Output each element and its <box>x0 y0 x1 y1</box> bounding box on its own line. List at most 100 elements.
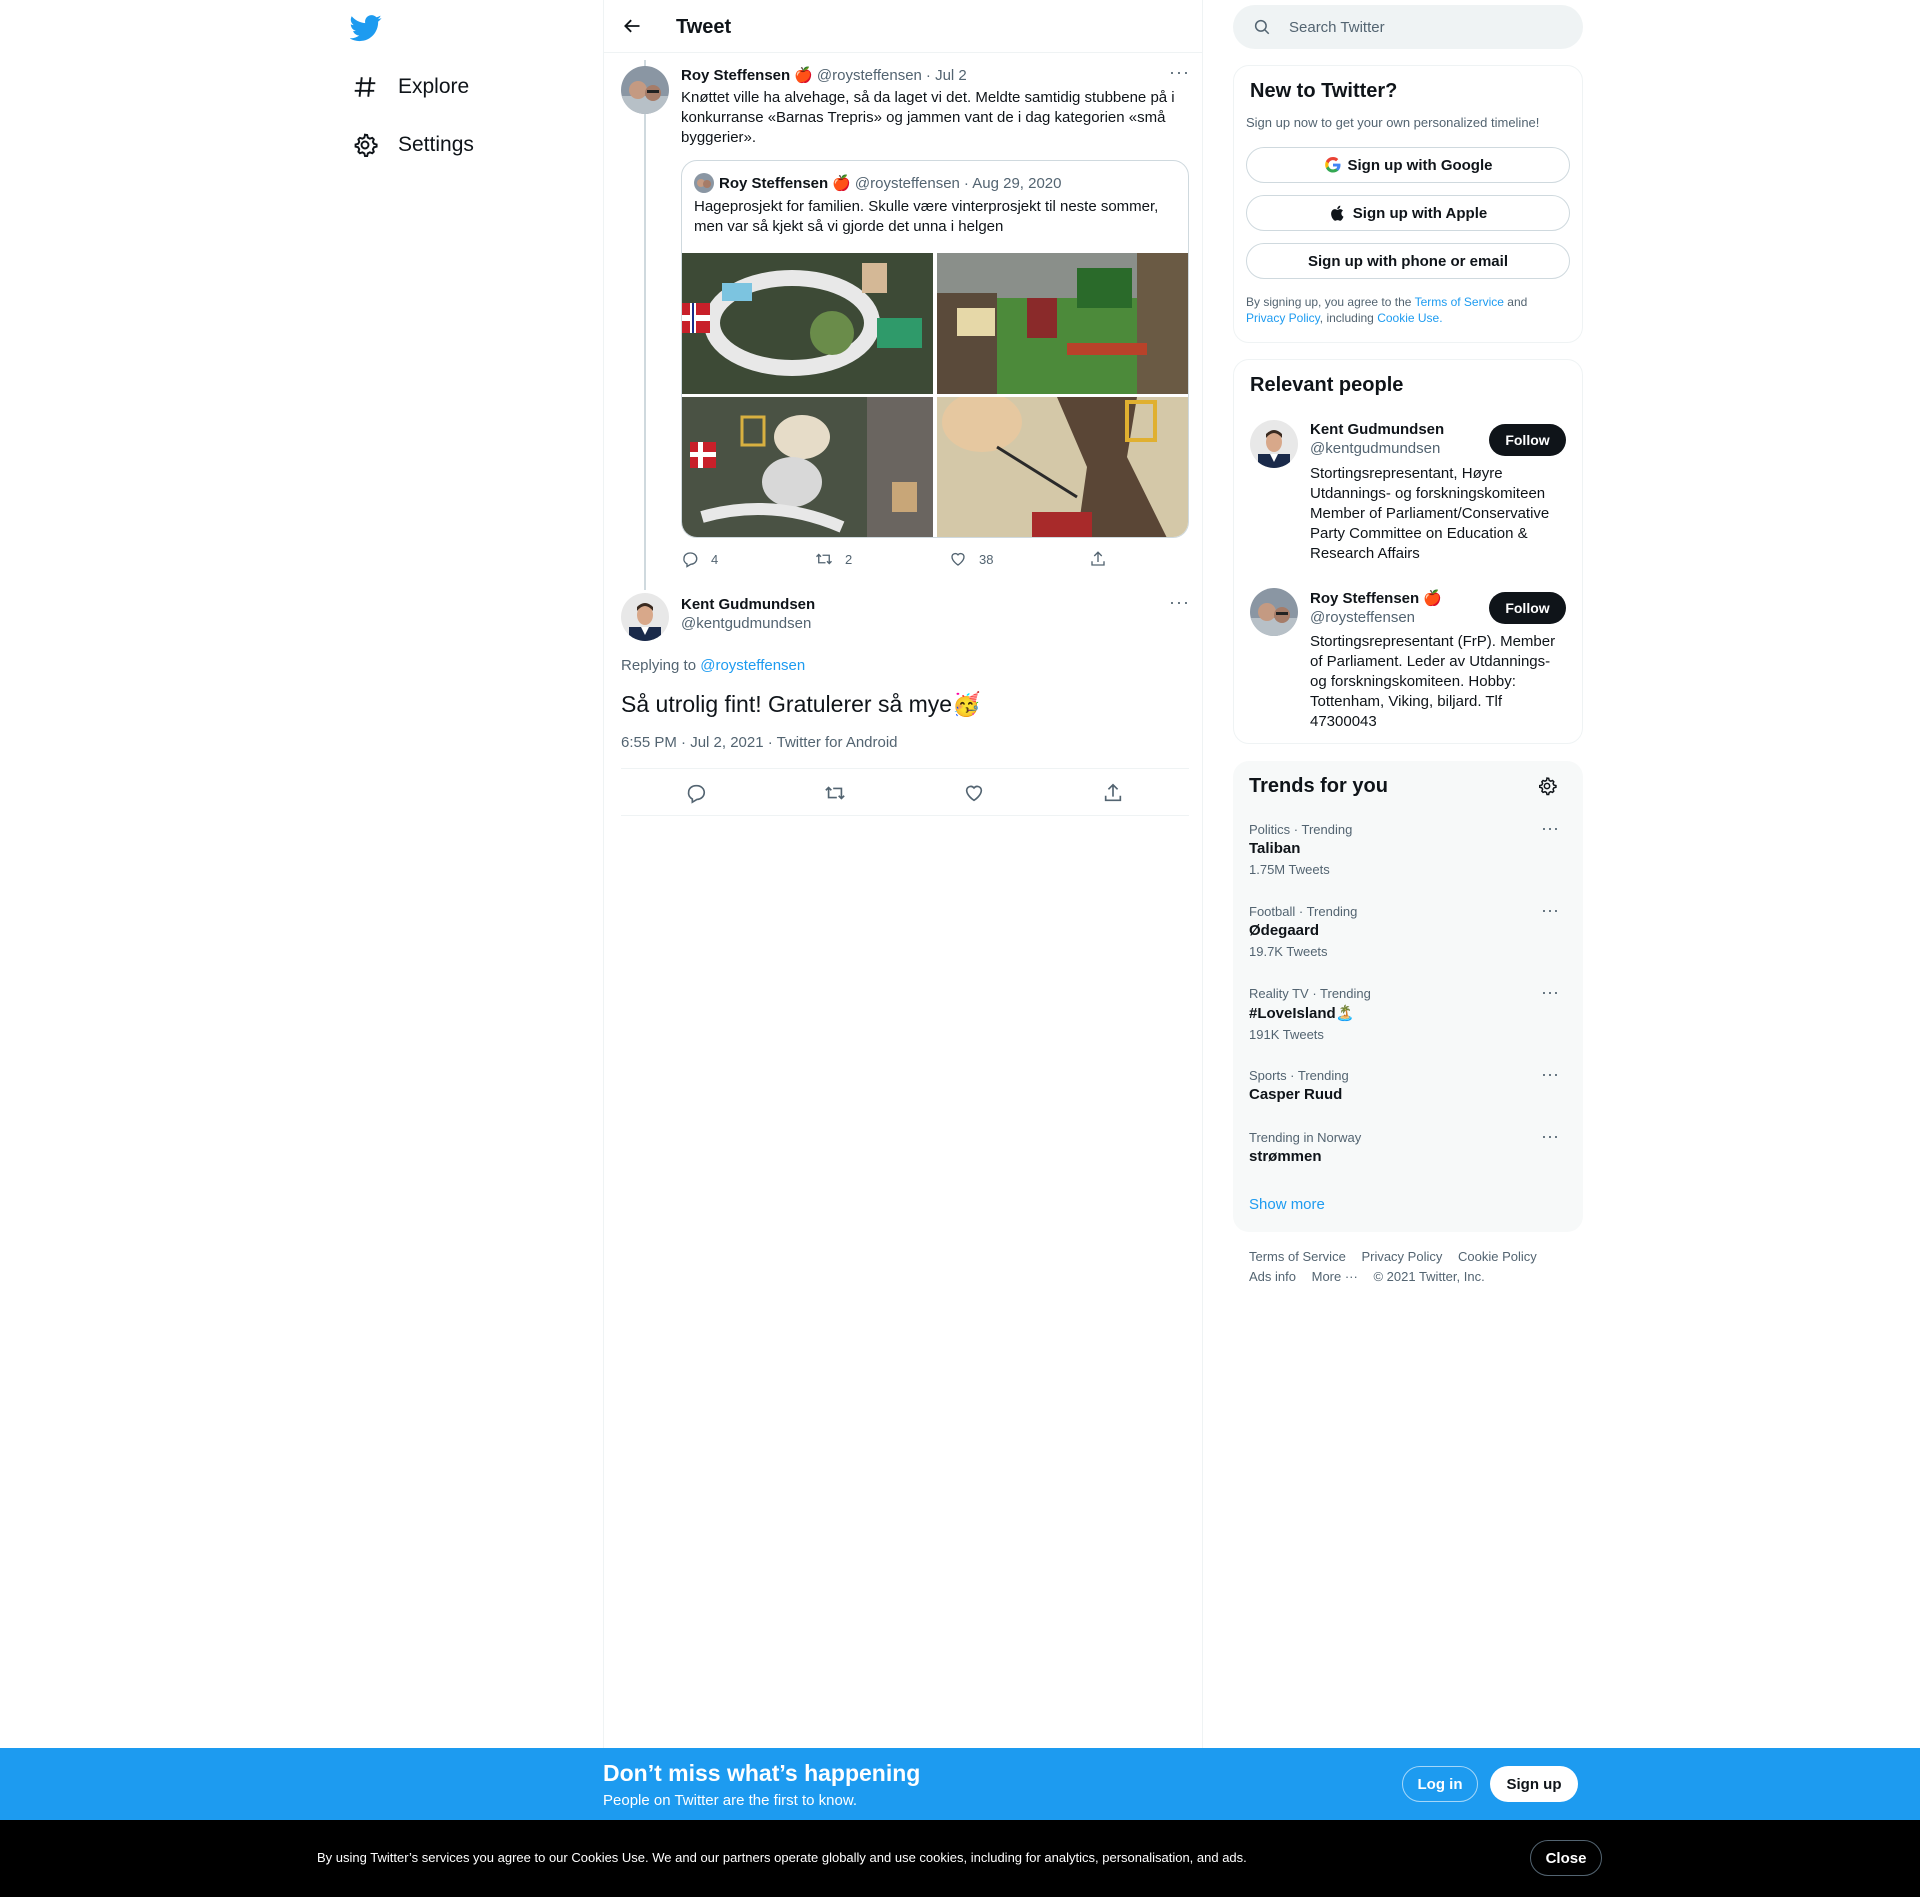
hashtag-icon <box>352 74 378 100</box>
photo-1[interactable] <box>682 253 933 394</box>
main-column: Tweet Roy Steffensen 🍎 @roysteffensen · … <box>603 0 1203 1750</box>
author-handle[interactable]: @roysteffensen <box>817 67 922 84</box>
trend-title: #LoveIsland🏝️ <box>1249 1005 1355 1022</box>
more-options-icon[interactable]: ··· <box>1541 982 1559 1003</box>
quote-text: Hageprosjekt for familien. Skulle være v… <box>694 198 1159 235</box>
search-input[interactable] <box>1289 5 1559 49</box>
like-button[interactable]: 38 <box>949 550 1089 568</box>
photo-3[interactable] <box>682 397 933 537</box>
avatar[interactable] <box>1250 588 1298 636</box>
main-tweet-text: Så utrolig fint! Gratulerer så mye🥳 <box>621 689 981 719</box>
signup-banner: Don’t miss what’s happening People on Tw… <box>0 1748 1920 1820</box>
tweet-date[interactable]: · Jul 2 <box>926 67 967 84</box>
follow-button[interactable]: Follow <box>1489 424 1566 456</box>
signup-apple-label: Sign up with Apple <box>1352 204 1488 222</box>
trend-meta: Sports · Trending <box>1249 1068 1349 1083</box>
retweet-icon[interactable] <box>824 782 846 809</box>
trend-count: 191K Tweets <box>1249 1027 1324 1042</box>
person-handle[interactable]: @kentgudmundsen <box>1310 440 1444 457</box>
party-face-emoji: 🥳 <box>952 691 981 717</box>
signup-google-label: Sign up with Google <box>1347 156 1493 174</box>
retweet-count: 2 <box>845 551 853 567</box>
footer-more-link[interactable]: More ··· <box>1312 1269 1358 1284</box>
show-more-link[interactable]: Show more <box>1249 1196 1325 1213</box>
trend-title: Taliban <box>1249 840 1301 857</box>
privacy-link[interactable]: Privacy Policy <box>1246 311 1320 325</box>
footer-privacy-link[interactable]: Privacy Policy <box>1361 1249 1442 1264</box>
share-icon[interactable] <box>1102 782 1124 809</box>
avatar[interactable] <box>1250 420 1298 468</box>
heart-icon[interactable] <box>963 782 985 809</box>
more-options-icon[interactable]: ··· <box>1541 900 1559 921</box>
google-icon <box>1324 157 1340 173</box>
like-count: 38 <box>979 551 994 567</box>
author-name[interactable]: Kent Gudmundsen <box>681 596 815 613</box>
footer-cookie-link[interactable]: Cookie Policy <box>1458 1249 1537 1264</box>
person-info[interactable]: Roy Steffensen 🍎 @roysteffensen <box>1310 589 1442 627</box>
search-box[interactable] <box>1233 5 1583 49</box>
tweet-text: Knøttet ville ha alvehage, så da laget v… <box>681 89 1175 146</box>
apple-badge-icon: 🍎 <box>794 67 813 84</box>
trend-item[interactable]: Reality TV · Trending #LoveIsland🏝️ 191K… <box>1249 982 1569 1042</box>
footer-copyright: © 2021 Twitter, Inc. <box>1373 1269 1485 1284</box>
trend-item[interactable]: Trending in Norway strømmen ··· <box>1249 1126 1569 1165</box>
apple-badge-icon: 🍎 <box>1423 590 1442 607</box>
trend-item[interactable]: Football · Trending Ødegaard 19.7K Tweet… <box>1249 900 1569 959</box>
tos-link[interactable]: Terms of Service <box>1415 295 1504 309</box>
quoted-tweet[interactable]: Roy Steffensen 🍎 @roysteffensen · Aug 29… <box>681 160 1189 538</box>
parent-tweet: Roy Steffensen 🍎 @roysteffensen · Jul 2 … <box>681 66 1191 148</box>
signup-button[interactable]: Sign up <box>1490 1766 1578 1802</box>
back-arrow-icon[interactable] <box>622 16 642 36</box>
twitter-logo-icon[interactable] <box>349 12 382 44</box>
person-handle[interactable]: @roysteffensen <box>1310 609 1442 626</box>
signup-google-button[interactable]: Sign up with Google <box>1246 147 1570 183</box>
signup-phone-button[interactable]: Sign up with phone or email <box>1246 243 1570 279</box>
follow-button[interactable]: Follow <box>1489 592 1566 624</box>
replying-handle-link[interactable]: @roysteffensen <box>700 657 805 674</box>
signup-apple-button[interactable]: Sign up with Apple <box>1246 195 1570 231</box>
cookie-close-button[interactable]: Close <box>1530 1840 1602 1876</box>
search-icon <box>1253 18 1271 41</box>
author-name[interactable]: Roy Steffensen <box>681 67 790 84</box>
footer-ads-link[interactable]: Ads info <box>1249 1269 1296 1284</box>
more-options-icon[interactable]: ··· <box>1169 62 1190 83</box>
banner-title: Don’t miss what’s happening <box>603 1760 921 1786</box>
reply-icon[interactable] <box>685 782 707 809</box>
tweet-timestamp[interactable]: 6:55 PM · Jul 2, 2021 · Twitter for Andr… <box>621 734 898 751</box>
more-options-icon[interactable]: ··· <box>1541 818 1559 839</box>
trend-title: Ødegaard <box>1249 922 1320 939</box>
more-options-icon[interactable]: ··· <box>1541 1126 1559 1147</box>
photo-2[interactable] <box>937 253 1188 394</box>
photo-4[interactable] <box>937 397 1188 537</box>
relevant-people-title: Relevant people <box>1250 374 1404 396</box>
person-name[interactable]: Roy Steffensen <box>1310 590 1419 607</box>
person-name[interactable]: Kent Gudmundsen <box>1310 421 1444 438</box>
share-button[interactable] <box>1089 550 1119 568</box>
relevant-people-card: Relevant people Kent Gudmundsen @kentgud… <box>1233 359 1583 744</box>
author-handle[interactable]: @kentgudmundsen <box>681 615 815 632</box>
more-options-icon[interactable]: ··· <box>1169 592 1190 613</box>
trend-item[interactable]: Sports · Trending Casper Ruud ··· <box>1249 1064 1569 1103</box>
reply-count: 4 <box>711 551 719 567</box>
trend-title: Casper Ruud <box>1249 1086 1343 1103</box>
tweet-text: Så utrolig fint! Gratulerer så mye <box>621 691 953 717</box>
footer-tos-link[interactable]: Terms of Service <box>1249 1249 1346 1264</box>
nav-explore[interactable]: Explore <box>352 67 469 107</box>
avatar[interactable] <box>621 593 669 641</box>
login-button[interactable]: Log in <box>1402 1766 1478 1802</box>
cookie-link[interactable]: Cookie Use. <box>1377 311 1442 325</box>
person-info[interactable]: Kent Gudmundsen @kentgudmundsen <box>1310 421 1444 457</box>
replying-to: Replying to @roysteffensen <box>621 657 805 674</box>
gear-icon[interactable] <box>1537 776 1557 801</box>
trend-count: 19.7K Tweets <box>1249 944 1328 959</box>
avatar <box>694 173 714 193</box>
cookie-text: By using Twitter’s services you agree to… <box>317 1850 1247 1865</box>
reply-button[interactable]: 4 <box>681 550 815 568</box>
avatar[interactable] <box>621 66 669 114</box>
nav-settings[interactable]: Settings <box>352 125 474 165</box>
signup-phone-label: Sign up with phone or email <box>1307 252 1508 270</box>
more-options-icon[interactable]: ··· <box>1541 1064 1559 1085</box>
main-tweet-author[interactable]: Kent Gudmundsen @kentgudmundsen <box>681 596 815 632</box>
retweet-button[interactable]: 2 <box>815 550 949 568</box>
trend-item[interactable]: Politics · Trending Taliban 1.75M Tweets… <box>1249 818 1569 877</box>
